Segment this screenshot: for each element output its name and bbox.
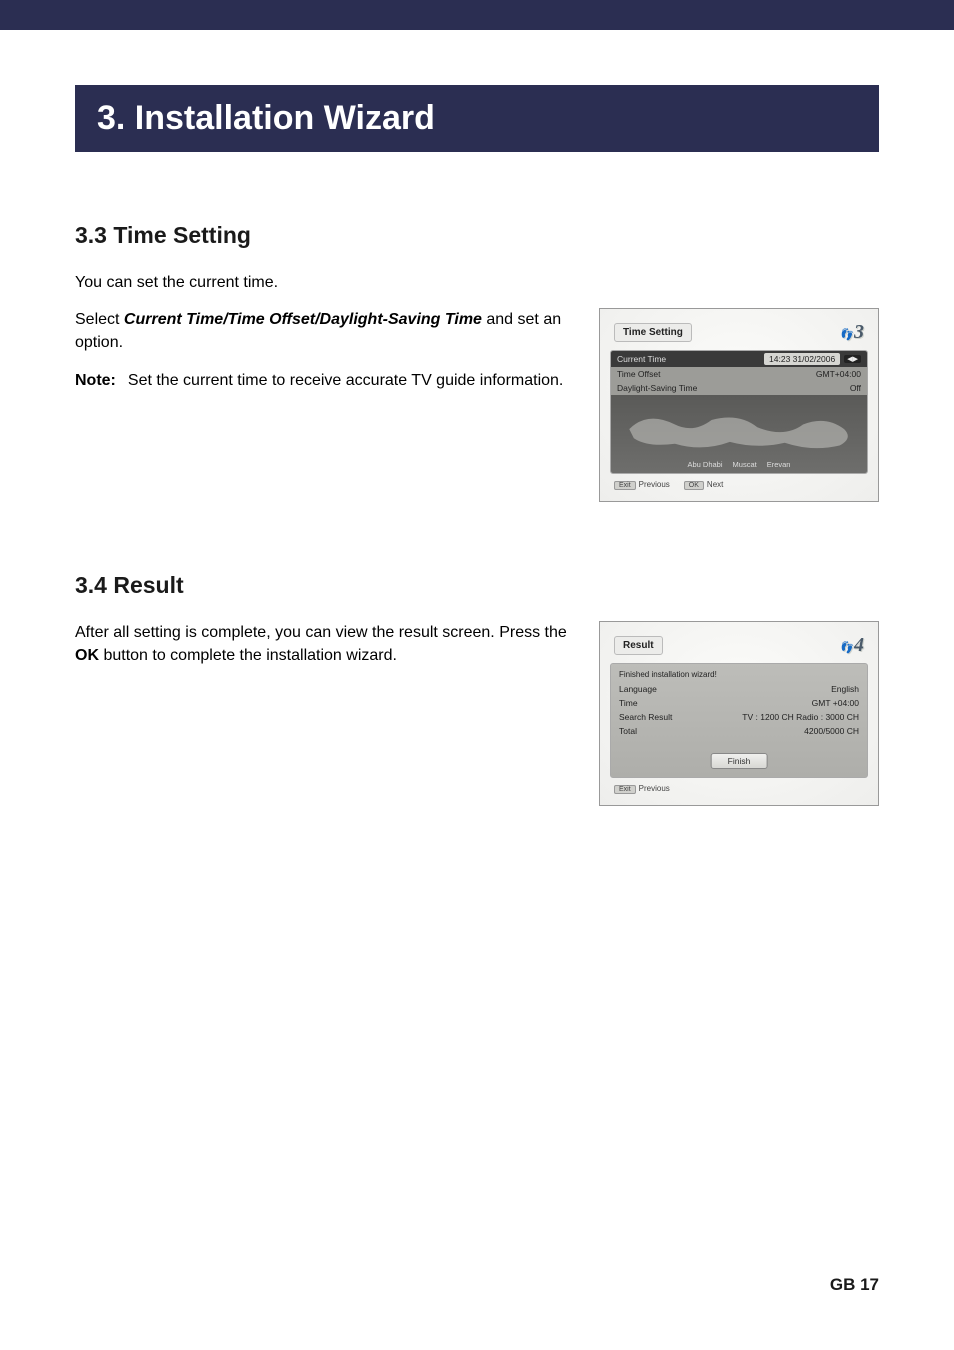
ss-body-result: Finished installation wizard! Language E… [610,663,868,778]
section-heading-3-3: 3.3 Time Setting [75,222,879,249]
footprints-icon: 👣 [839,329,853,341]
content-wrapper: 3. Installation Wizard 3.3 Time Setting … [0,85,954,806]
section-heading-3-4: 3.4 Result [75,572,879,599]
result-text-a: After all setting is complete, you can v… [75,624,567,641]
ss-top-result: Result 👣4 [610,632,868,659]
world-map-area: Abu Dhabi Muscat Erevan [611,395,867,473]
ss-title-result: Result [614,636,663,655]
ss-top: Time Setting 👣3 [610,319,868,346]
total-value: 4200/5000 CH [804,726,859,736]
left-right-arrows-icon: ◀▶ [844,355,861,363]
total-label: Total [619,726,637,736]
page-number: GB 17 [830,1275,879,1295]
exit-label-result: Previous [639,784,670,793]
language-value: English [831,684,859,694]
select-paragraph: Select Current Time/Time Offset/Daylight… [75,308,574,354]
ss-step: 👣3 [839,321,864,344]
note-label: Note: [75,369,116,392]
exit-key: Exit [614,481,636,490]
dst-label: Daylight-Saving Time [617,383,697,393]
time-offset-value: GMT+04:00 [816,369,861,379]
city-2: Erevan [767,460,791,469]
select-prefix: Select [75,311,124,328]
footer-exit: ExitPrevious [614,480,670,489]
step-number-result: 4 [854,634,864,656]
exit-label: Previous [639,480,670,489]
two-col-3-3: Select Current Time/Time Offset/Daylight… [75,308,879,502]
ss-panel-time: Current Time 14:23 31/02/2006 ◀▶ Time Of… [610,350,868,474]
search-value: TV : 1200 CH Radio : 3000 CH [742,712,859,722]
city-1: Muscat [733,460,757,469]
result-paragraph: After all setting is complete, you can v… [75,621,574,667]
left-col-3-4: After all setting is complete, you can v… [75,621,574,681]
world-map-icon [611,399,867,461]
note-text: Set the current time to receive accurate… [128,369,563,392]
chapter-title-bar: 3. Installation Wizard [75,85,879,152]
ss-title: Time Setting [614,323,692,342]
left-col-3-3: Select Current Time/Time Offset/Daylight… [75,308,574,406]
right-col-3-4: Result 👣4 Finished installation wizard! … [599,621,879,806]
finish-button: Finish [711,753,768,769]
right-col-3-3: Time Setting 👣3 Current Time 14:23 31/02… [599,308,879,502]
note-row: Note: Set the current time to receive ac… [75,369,574,392]
ss-footer-result: ExitPrevious [610,784,868,793]
ss-footer-time: ExitPrevious OKNext [610,480,868,489]
result-text-b: button to complete the installation wiza… [99,647,397,664]
search-label: Search Result [619,712,672,722]
screenshot-result: Result 👣4 Finished installation wizard! … [599,621,879,806]
current-time-value: 14:23 31/02/2006 [764,353,840,365]
section-result: 3.4 Result After all setting is complete… [75,572,879,806]
screenshot-time-setting: Time Setting 👣3 Current Time 14:23 31/02… [599,308,879,502]
step-number: 3 [854,321,864,343]
current-time-label: Current Time [617,354,666,364]
ok-bold: OK [75,647,99,664]
kv-language: Language English [619,682,859,696]
group-label: Finished installation wizard! [619,670,859,679]
ok-label: Next [707,480,723,489]
ok-key: OK [684,481,704,490]
select-items: Current Time/Time Offset/Daylight-Saving… [124,311,482,328]
dst-value: Off [850,383,861,393]
exit-key-result: Exit [614,785,636,794]
two-col-3-4: After all setting is complete, you can v… [75,621,879,806]
row-current-time: Current Time 14:23 31/02/2006 ◀▶ [611,351,867,367]
footer-ok: OKNext [684,480,724,489]
time-label: Time [619,698,638,708]
footprints-icon: 👣 [839,642,853,654]
ss-step-result: 👣4 [839,634,864,657]
footer-exit-result: ExitPrevious [614,784,670,793]
language-label: Language [619,684,657,694]
city-labels: Abu Dhabi Muscat Erevan [688,460,791,473]
city-0: Abu Dhabi [688,460,723,469]
kv-total: Total 4200/5000 CH [619,724,859,738]
chapter-title: 3. Installation Wizard [97,99,857,138]
row-time-offset: Time Offset GMT+04:00 [611,367,867,381]
time-offset-label: Time Offset [617,369,660,379]
time-value: GMT +04:00 [812,698,859,708]
kv-search: Search Result TV : 1200 CH Radio : 3000 … [619,710,859,724]
header-band [0,0,954,30]
kv-time: Time GMT +04:00 [619,696,859,710]
section-time-setting: 3.3 Time Setting You can set the current… [75,222,879,502]
row-dst: Daylight-Saving Time Off [611,381,867,395]
intro-text-3-3: You can set the current time. [75,271,879,294]
